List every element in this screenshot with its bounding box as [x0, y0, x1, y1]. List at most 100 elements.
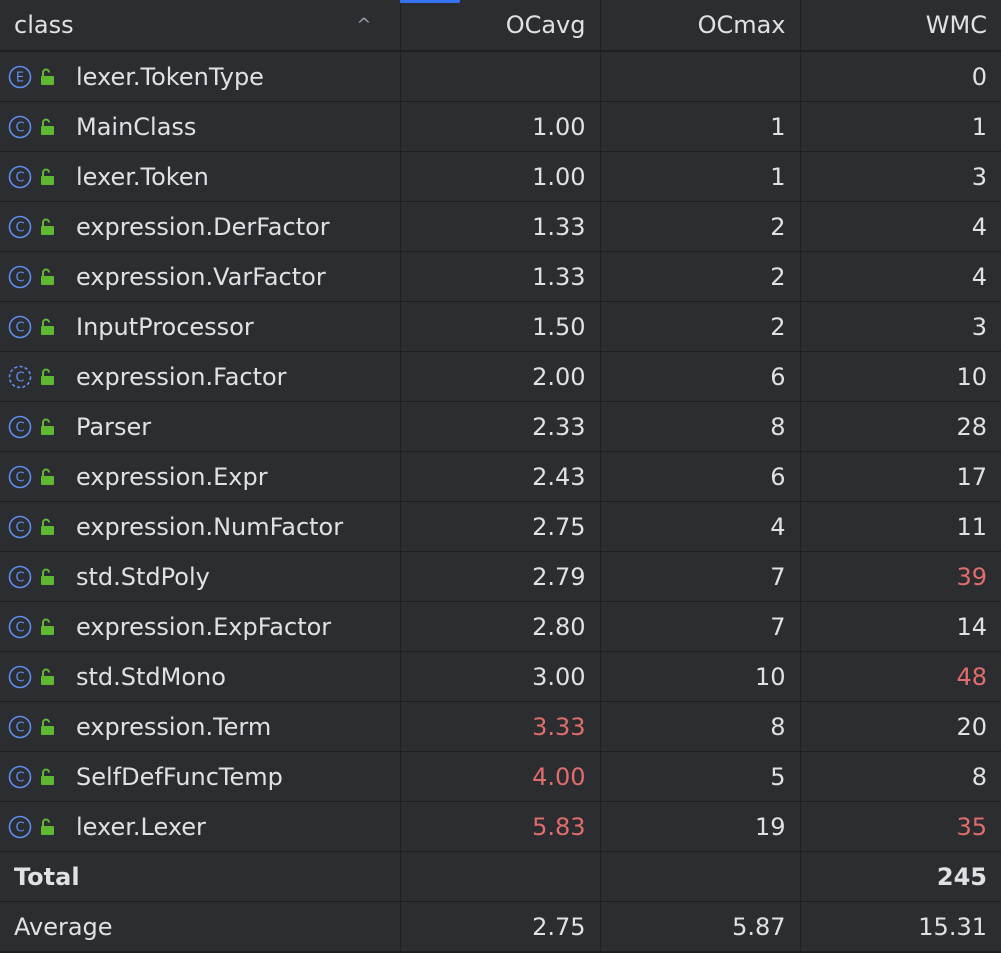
- class-name-cell[interactable]: Cexpression.Factor: [0, 351, 401, 402]
- column-header-wmc[interactable]: WMC: [800, 0, 1001, 52]
- class-name: InputProcessor: [76, 312, 254, 341]
- class-name-cell[interactable]: Clexer.Lexer: [0, 801, 401, 852]
- class-name: expression.ExpFactor: [76, 612, 332, 641]
- table-row[interactable]: C Parser 2.33 8 28: [0, 401, 1001, 452]
- class-name-cell[interactable]: Cexpression.VarFactor: [0, 251, 401, 302]
- unlocked-icon: [41, 818, 54, 835]
- table-row[interactable]: Cexpression.NumFactor 2.75 4 11: [0, 501, 1001, 552]
- metrics-table: class ^ OCavg OCmax WMC Elexer.TokenType…: [0, 0, 1001, 952]
- wmc-cell: 4: [800, 201, 1001, 252]
- total-ocavg: [400, 851, 601, 902]
- ocmax-cell: 2: [600, 201, 801, 252]
- table-row[interactable]: C SelfDefFuncTemp 4.00 5 8: [0, 751, 1001, 802]
- table-row[interactable]: Cexpression.DerFactor 1.33 2 4: [0, 201, 1001, 252]
- class-name: std.StdPoly: [76, 562, 210, 591]
- table-row[interactable]: Cexpression.VarFactor 1.33 2 4: [0, 251, 1001, 302]
- unlocked-icon: [41, 168, 54, 185]
- class-name: expression.VarFactor: [76, 262, 326, 291]
- column-header-ocavg[interactable]: OCavg: [400, 0, 601, 52]
- svg-text:C: C: [15, 620, 24, 635]
- ocavg-cell: 2.00: [400, 351, 601, 402]
- table-row[interactable]: C InputProcessor 1.50 2 3: [0, 301, 1001, 352]
- column-header-label: class: [14, 11, 74, 39]
- unlocked-icon: [41, 718, 54, 735]
- ocmax-cell: 7: [600, 551, 801, 602]
- table-row[interactable]: Cexpression.Term 3.33 8 20: [0, 701, 1001, 752]
- class-icon: C: [8, 565, 32, 588]
- wmc-cell: 35: [800, 801, 1001, 852]
- class-name: expression.Term: [76, 712, 272, 741]
- class-name: expression.NumFactor: [76, 512, 344, 541]
- table-row[interactable]: Elexer.TokenType 0: [0, 51, 1001, 102]
- class-name: MainClass: [76, 112, 197, 141]
- class-name: lexer.Token: [76, 162, 209, 191]
- wmc-cell: 1: [800, 101, 1001, 152]
- class-name-cell[interactable]: Cstd.StdPoly: [0, 551, 401, 602]
- table-row[interactable]: Clexer.Lexer 5.83 19 35: [0, 801, 1001, 852]
- class-name-cell[interactable]: C Parser: [0, 401, 401, 452]
- class-name-cell[interactable]: Cexpression.NumFactor: [0, 501, 401, 552]
- ocmax-cell: 8: [600, 401, 801, 452]
- class-name-cell[interactable]: Clexer.Token: [0, 151, 401, 202]
- average-row: Average 2.75 5.87 15.31: [0, 901, 1001, 952]
- total-ocmax: [600, 851, 801, 902]
- class-name-cell[interactable]: Cexpression.ExpFactor: [0, 601, 401, 652]
- ocavg-cell: 2.33: [400, 401, 601, 452]
- class-icon: C: [8, 215, 32, 238]
- class-icon: C: [8, 765, 32, 788]
- svg-text:C: C: [15, 120, 24, 135]
- chevron-up-icon[interactable]: ^: [356, 15, 371, 36]
- svg-text:C: C: [15, 370, 24, 385]
- ocmax-cell: 7: [600, 601, 801, 652]
- ocavg-cell: 1.33: [400, 251, 601, 302]
- class-name: lexer.TokenType: [76, 62, 264, 91]
- wmc-cell: 48: [800, 651, 1001, 702]
- svg-text:C: C: [15, 170, 24, 185]
- table-row[interactable]: Cstd.StdPoly 2.79 7 39: [0, 551, 1001, 602]
- class-name-cell[interactable]: Elexer.TokenType: [0, 51, 401, 102]
- column-header-ocmax[interactable]: OCmax: [600, 0, 801, 52]
- ocmax-cell: 2: [600, 301, 801, 352]
- average-label: Average: [0, 901, 401, 952]
- class-icon: C: [8, 615, 32, 638]
- svg-text:E: E: [16, 70, 24, 85]
- ocavg-cell: 3.00: [400, 651, 601, 702]
- ocavg-cell: 2.79: [400, 551, 601, 602]
- unlocked-icon: [41, 768, 54, 785]
- class-icon: C: [8, 265, 32, 288]
- class-name-cell[interactable]: C MainClass: [0, 101, 401, 152]
- wmc-cell: 8: [800, 751, 1001, 802]
- ocmax-cell: 5: [600, 751, 801, 802]
- class-name-cell[interactable]: C InputProcessor: [0, 301, 401, 352]
- class-icon: C: [8, 115, 32, 138]
- svg-text:C: C: [15, 520, 24, 535]
- class-icon: C: [8, 415, 32, 438]
- ocavg-cell: [400, 51, 601, 102]
- class-name-cell[interactable]: C SelfDefFuncTemp: [0, 751, 401, 802]
- class-name-cell[interactable]: Cexpression.Term: [0, 701, 401, 752]
- table-row[interactable]: C MainClass 1.00 1 1: [0, 101, 1001, 152]
- ocavg-cell: 1.50: [400, 301, 601, 352]
- abstract-class-icon: C: [8, 365, 32, 388]
- average-ocmax: 5.87: [600, 901, 801, 952]
- ocmax-cell: 6: [600, 451, 801, 502]
- ocmax-cell: 19: [600, 801, 801, 852]
- table-row[interactable]: Cexpression.Expr 2.43 6 17: [0, 451, 1001, 502]
- table-row[interactable]: Cexpression.Factor 2.00 6 10: [0, 351, 1001, 402]
- ocavg-cell: 3.33: [400, 701, 601, 752]
- ocmax-cell: 6: [600, 351, 801, 402]
- class-name-cell[interactable]: Cexpression.DerFactor: [0, 201, 401, 252]
- class-name-cell[interactable]: Cstd.StdMono: [0, 651, 401, 702]
- class-name: std.StdMono: [76, 662, 226, 691]
- unlocked-icon: [41, 568, 54, 585]
- column-header-class[interactable]: class ^: [0, 0, 401, 52]
- ocavg-cell: 4.00: [400, 751, 601, 802]
- table-row[interactable]: Cstd.StdMono 3.00 10 48: [0, 651, 1001, 702]
- wmc-cell: 0: [800, 51, 1001, 102]
- class-name-cell[interactable]: Cexpression.Expr: [0, 451, 401, 502]
- total-wmc: 245: [800, 851, 1001, 902]
- average-wmc: 15.31: [800, 901, 1001, 952]
- table-row[interactable]: Clexer.Token 1.00 1 3: [0, 151, 1001, 202]
- svg-text:C: C: [15, 470, 24, 485]
- table-row[interactable]: Cexpression.ExpFactor 2.80 7 14: [0, 601, 1001, 652]
